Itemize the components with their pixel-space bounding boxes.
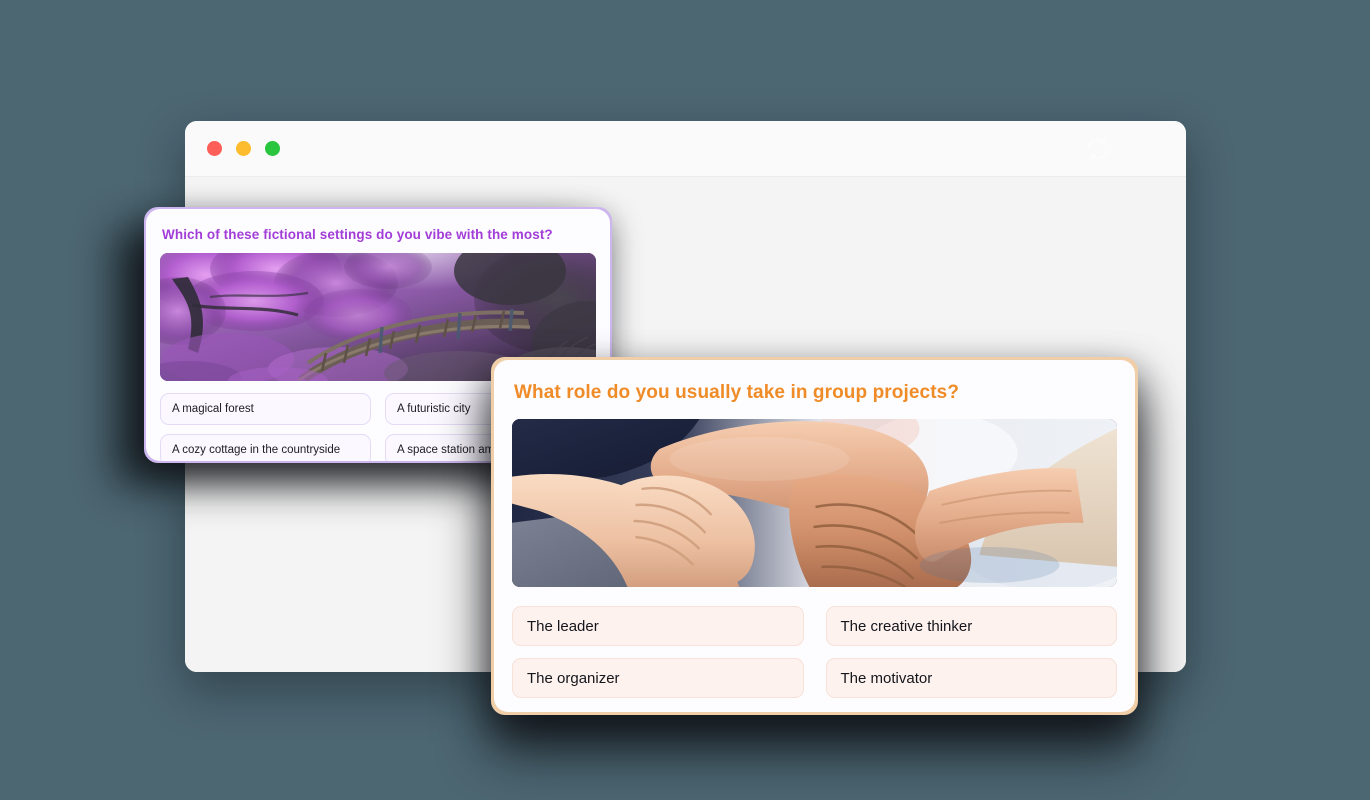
option-button[interactable]: A cozy cottage in the countryside (160, 434, 371, 461)
browser-chrome (185, 121, 1186, 177)
traffic-lights (207, 141, 280, 156)
close-window-button[interactable] (207, 141, 222, 156)
option-button[interactable]: The leader (512, 606, 804, 646)
refresh-icon[interactable] (1085, 136, 1111, 162)
card-image-teamwork-hands (512, 419, 1117, 587)
quiz-card-group-role[interactable]: What role do you usually take in group p… (491, 357, 1138, 715)
option-button[interactable]: The motivator (825, 658, 1117, 698)
card-title: What role do you usually take in group p… (514, 382, 960, 403)
card-inner: What role do you usually take in group p… (494, 360, 1135, 712)
option-button[interactable]: The organizer (512, 658, 804, 698)
option-button[interactable]: The creative thinker (825, 606, 1117, 646)
card-title: Which of these fictional settings do you… (162, 227, 553, 242)
chrome-right-controls (1085, 136, 1111, 162)
minimize-window-button[interactable] (236, 141, 251, 156)
option-button[interactable]: A magical forest (160, 393, 371, 425)
options-grid: The leader The creative thinker The orga… (512, 606, 1117, 698)
teamwork-hands-illustration (512, 419, 1117, 587)
maximize-window-button[interactable] (265, 141, 280, 156)
